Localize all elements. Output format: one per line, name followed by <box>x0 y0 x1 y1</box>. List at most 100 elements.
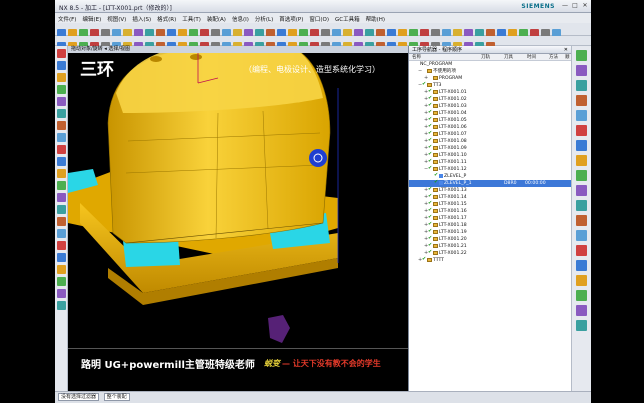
create-operation-icon[interactable] <box>576 110 587 121</box>
menu-item[interactable]: 编辑(E) <box>79 13 104 23</box>
palette-icon[interactable] <box>57 133 66 142</box>
shop-doc-icon[interactable] <box>576 170 587 181</box>
measure-icon[interactable] <box>57 157 66 166</box>
column-header-order[interactable]: 顺 <box>565 54 570 61</box>
column-header-method[interactable]: 方法 <box>549 54 558 61</box>
roles-icon[interactable] <box>57 85 66 94</box>
tree-row[interactable]: + PROGRAM <box>409 75 571 82</box>
tree-row[interactable]: +✔ LTT-X001.13 <box>409 187 571 194</box>
maximize-button[interactable]: □ <box>571 2 579 10</box>
close-icon[interactable]: ✕ <box>564 46 568 54</box>
menu-item[interactable]: 首选项(P) <box>276 13 306 23</box>
generate-toolpath-icon[interactable] <box>576 125 587 136</box>
create-program-icon[interactable] <box>576 50 587 61</box>
tree-row[interactable]: +✔ LTT-X001.20 <box>409 236 571 243</box>
tree-row[interactable]: − 不使用的项 <box>409 68 571 75</box>
layer-icon[interactable] <box>57 145 66 154</box>
tree-row[interactable]: +✔ LTT-X001.08 <box>409 138 571 145</box>
menu-item[interactable]: 视图(V) <box>104 13 129 23</box>
program-folder-icon <box>433 243 438 248</box>
tree-row[interactable]: +✔ LTT-X001.21 <box>409 243 571 250</box>
process-studio-icon[interactable] <box>57 229 66 238</box>
settings-icon[interactable] <box>57 277 66 286</box>
help-icon[interactable] <box>57 265 66 274</box>
minimize-button[interactable]: — <box>561 2 569 10</box>
graphics-window-tab[interactable]: 拖动对象/旋转 ◂ 选择/视图 <box>68 46 408 53</box>
create-method-icon[interactable] <box>576 95 587 106</box>
divider <box>68 348 408 349</box>
selection-filter-dropdown[interactable]: 没有选择过滤器 <box>58 393 100 401</box>
postprocess-icon[interactable] <box>576 155 587 166</box>
menu-item[interactable]: 工具(T) <box>179 13 204 23</box>
hide-icon[interactable] <box>576 305 587 316</box>
simulate-icon[interactable] <box>576 185 587 196</box>
history-icon[interactable] <box>57 97 66 106</box>
tree-row[interactable]: +✔ LTT-X001.19 <box>409 229 571 236</box>
scroll-down-icon[interactable] <box>576 320 587 331</box>
tree-row[interactable]: +✔ LTT-X001.14 <box>409 194 571 201</box>
tree-row[interactable]: −✔ TT3 <box>409 82 571 89</box>
column-header-time[interactable]: 时间 <box>527 54 536 61</box>
menu-item[interactable]: 插入(S) <box>129 13 154 23</box>
system-materials-icon[interactable] <box>57 109 66 118</box>
verify-toolpath-icon[interactable] <box>576 140 587 151</box>
cut-region-icon[interactable] <box>576 200 587 211</box>
tree-row[interactable]: +✔ LTT-X001.01 <box>409 89 571 96</box>
operation-navigator-icon[interactable] <box>57 73 66 82</box>
tree-row[interactable]: NC_PROGRAM <box>409 61 571 68</box>
close-button[interactable]: ✕ <box>581 2 589 10</box>
manufacturing-wizard-icon[interactable] <box>57 241 66 250</box>
tree-row-label: LTT-X001.06 <box>439 125 467 130</box>
tree-row[interactable]: +✔ LTT-X001.11 <box>409 159 571 166</box>
menu-item[interactable]: GC工具箱 <box>332 13 363 23</box>
graphics-viewport[interactable]: 三环 （编程、电极设计、造型系统化学习） 路明 UG+powermill主管班特… <box>68 53 408 391</box>
tree-row[interactable]: +✔ LTT-X001.10 <box>409 152 571 159</box>
assembly-navigator-icon[interactable] <box>57 49 66 58</box>
visualization-icon[interactable] <box>57 193 66 202</box>
display-icon[interactable] <box>576 290 587 301</box>
tree-row[interactable]: +✔ LTT-X001.04 <box>409 110 571 117</box>
ipw-icon[interactable] <box>576 215 587 226</box>
web-browser-icon[interactable] <box>57 121 66 130</box>
info-icon[interactable] <box>57 289 66 298</box>
create-tool-icon[interactable] <box>576 65 587 76</box>
tree-row[interactable]: +✔ LTT-X001.06 <box>409 124 571 131</box>
tree-row[interactable]: +✔ LTT-X001.03 <box>409 103 571 110</box>
tree-row[interactable]: +✔ LTT-X001.09 <box>409 145 571 152</box>
create-geometry-icon[interactable] <box>576 80 587 91</box>
menu-item[interactable]: 帮助(H) <box>363 13 388 23</box>
edit-icon[interactable] <box>576 245 587 256</box>
menu-item[interactable]: 格式(R) <box>154 13 179 23</box>
tree-row[interactable]: +✔ TTTT <box>409 257 571 264</box>
column-header-path[interactable]: 刀轨 <box>481 54 490 61</box>
tree-row[interactable]: +✔ LTT-X001.02 <box>409 96 571 103</box>
journal-icon[interactable] <box>57 253 66 262</box>
tree-row[interactable]: +✔ LTT-X001.07 <box>409 131 571 138</box>
menu-item[interactable]: 窗口(O) <box>306 13 332 23</box>
tree-row[interactable]: ✔ ZLEVEL_P_1 D8R0 00:00:00 <box>409 180 571 187</box>
hd3d-icon[interactable] <box>57 217 66 226</box>
column-header-tool[interactable]: 刀具 <box>504 54 513 61</box>
menu-item[interactable]: 信息(I) <box>229 13 252 23</box>
analysis-icon[interactable] <box>57 169 66 178</box>
part-model[interactable] <box>68 53 408 391</box>
tree-row[interactable]: +✔ LTT-X001.05 <box>409 117 571 124</box>
delete-icon[interactable] <box>576 260 587 271</box>
tree-row[interactable]: +✔ LTT-X001.18 <box>409 222 571 229</box>
tree-row[interactable]: +✔ LTT-X001.16 <box>409 208 571 215</box>
constraint-icon[interactable] <box>57 205 66 214</box>
menu-item[interactable]: 文件(F) <box>55 13 79 23</box>
tree-row[interactable]: +✔ LTT-X001.22 <box>409 250 571 257</box>
list-icon[interactable] <box>576 230 587 241</box>
menu-item[interactable]: 分析(L) <box>252 13 276 23</box>
tree-row-label: LTT-X001.14 <box>439 195 467 200</box>
reuse-library-icon[interactable] <box>57 181 66 190</box>
properties-icon[interactable] <box>576 275 587 286</box>
scroll-down-icon[interactable] <box>57 301 66 310</box>
tree-row[interactable]: +✔ LTT-X001.15 <box>409 201 571 208</box>
column-header-name[interactable]: 名称 <box>412 54 421 61</box>
menu-item[interactable]: 装配(A) <box>204 13 229 23</box>
assembly-scope-dropdown[interactable]: 整个装配 <box>103 393 130 401</box>
tree-row[interactable]: +✔ LTT-X001.17 <box>409 215 571 222</box>
part-navigator-icon[interactable] <box>57 61 66 70</box>
